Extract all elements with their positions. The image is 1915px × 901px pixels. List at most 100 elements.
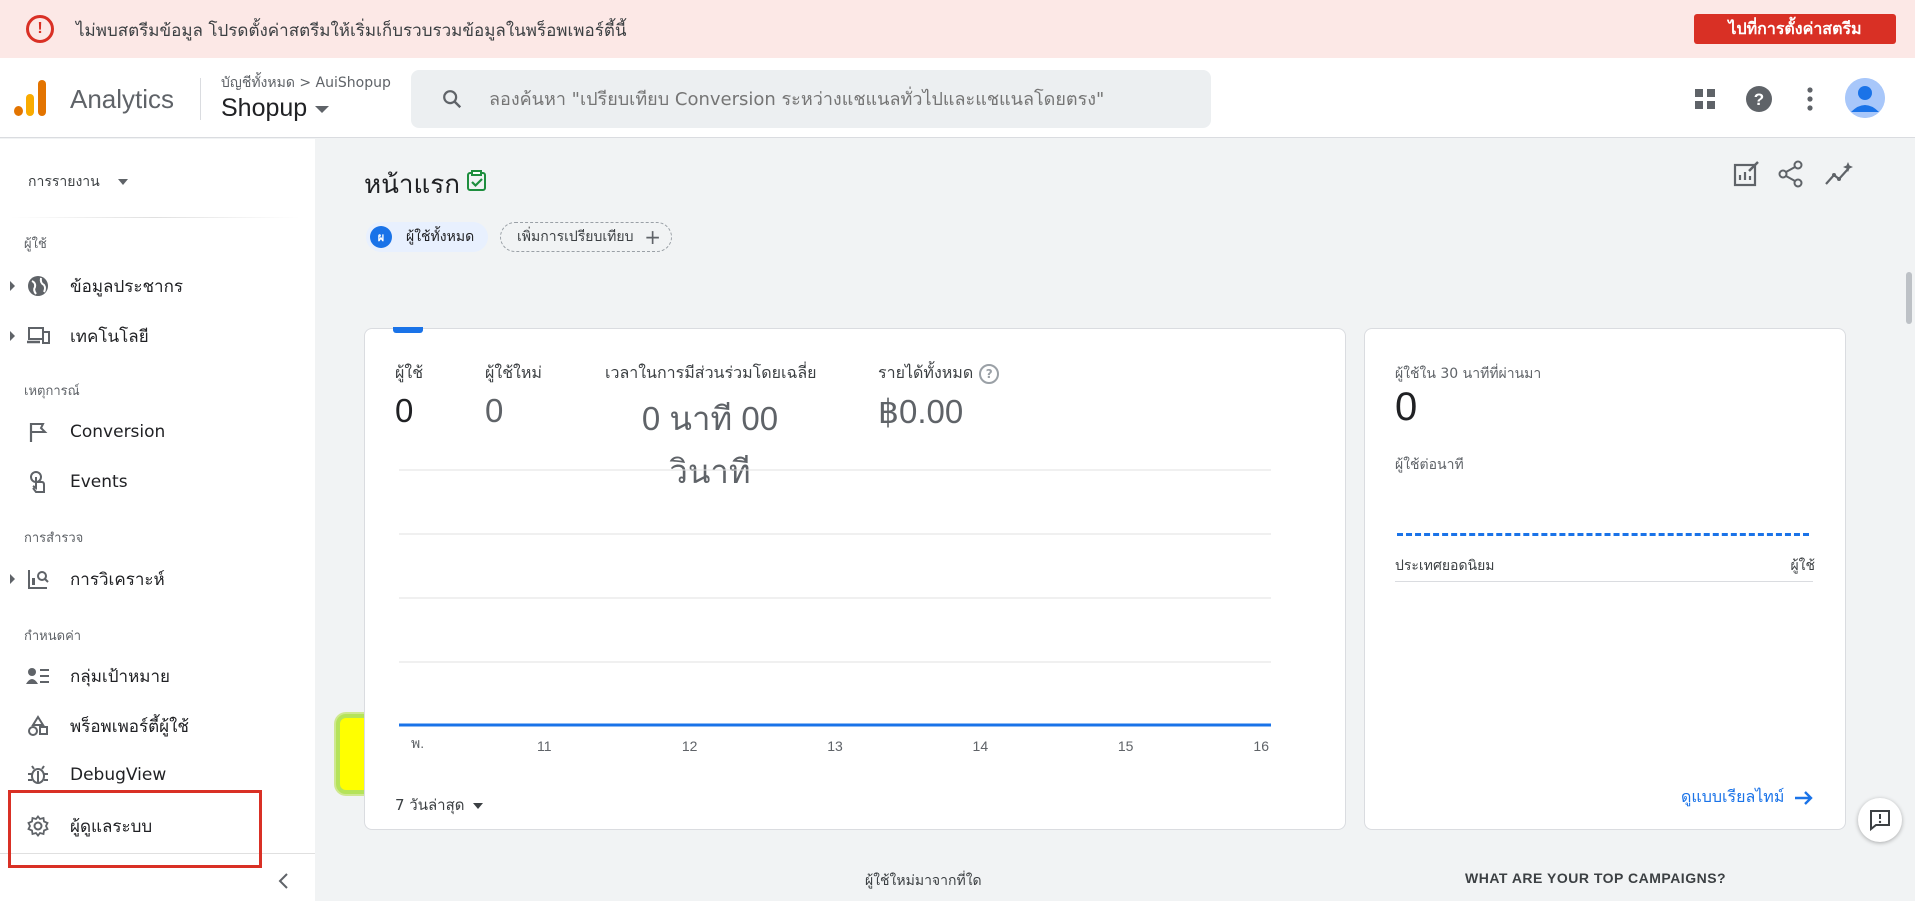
sidebar-item-label: กลุ่มเป้าหมาย [70,666,170,687]
sidebar-item-label: พร็อพเพอร์ตี้ผู้ใช้ [70,716,189,737]
search-icon [443,90,462,109]
link-label: ดูแบบเรียลไทม์ [1681,787,1785,806]
x-axis-partial-label: พ. [411,735,425,751]
help-icon[interactable]: ? [1744,84,1774,114]
overview-card: ผู้ใช้ 0 ผู้ใช้ใหม่ 0 เวลาในการมีส่วนร่ว… [364,327,1346,830]
sidebar-item-label: Events [70,472,128,492]
property-name: Shopup [221,94,308,122]
header-divider [200,78,201,120]
help-icon[interactable]: ? [979,363,1000,384]
sidebar-item-demographics[interactable]: ข้อมูลประชากร [0,266,300,306]
shapes-icon [26,714,50,738]
property-selector[interactable]: Shopup [221,94,330,123]
x-tick-label: 13 [827,738,843,754]
chip-label: เพิ่มการเปรียบเทียบ [517,229,634,245]
segment-badge: ผ [370,226,392,248]
apps-icon[interactable] [1690,84,1720,114]
column-header-users: ผู้ใช้ [1790,558,1815,574]
app-header: Analytics บัญชีทั้งหมด > AuiShopup Shopu… [0,58,1915,138]
verified-check-icon[interactable] [466,170,488,192]
sidebar-item-label: การวิเคราะห์ [70,569,165,590]
add-comparison-chip[interactable]: เพิ่มการเปรียบเทียบ + [500,222,672,252]
more-vert-icon[interactable] [1795,84,1825,114]
metric-label: ผู้ใช้ [395,363,424,382]
section-heading-new-users-source: ผู้ใช้ใหม่มาจากที่ใด [865,873,982,889]
chevron-down-icon [472,802,483,809]
expand-arrow-icon[interactable] [10,281,15,291]
realtime-value: 0 [1395,385,1418,429]
sidebar-item-label: เทคโนโลยี [70,326,149,347]
go-to-stream-settings-button[interactable]: ไปที่การตั้งค่าสตรีม [1694,14,1896,44]
avatar[interactable] [1845,78,1885,118]
section-users: ผู้ใช้ [24,237,47,252]
reports-dropdown[interactable]: การรายงาน [28,171,128,193]
date-range-dropdown[interactable]: 7 วันล่าสุด [395,793,483,817]
sidebar-item-user-properties[interactable]: พร็อพเพอร์ตี้ผู้ใช้ [0,706,300,746]
page-title: หน้าแรก [364,170,460,200]
section-configure: กำหนดค่า [24,629,82,644]
all-users-chip[interactable]: ผ ผู้ใช้ทั้งหมด [366,222,489,252]
metric-value: 0 [395,392,414,429]
chevron-down-icon [117,179,128,185]
metric-total-revenue[interactable]: รายได้ทั้งหมด? ฿0.00 [878,361,1000,431]
feedback-icon [1870,810,1890,832]
devices-icon [26,324,50,348]
sidebar: การรายงาน ผู้ใช้ ข้อมูลประชากร เทคโนโลยี… [0,139,315,901]
sidebar-item-audiences[interactable]: กลุ่มเป้าหมาย [0,656,300,696]
explore-icon [26,567,50,591]
users-line-chart: 11 12 13 14 15 16 [399,469,1271,754]
sidebar-item-technology[interactable]: เทคโนโลยี [0,316,300,356]
realtime-card: ผู้ใช้ใน 30 นาทีที่ผ่านมา 0 ผู้ใช้ต่อนาท… [1364,328,1846,830]
metric-users[interactable]: ผู้ใช้ 0 [395,361,423,430]
plus-icon: + [644,225,661,249]
x-tick-label: 15 [1118,738,1134,754]
x-tick-label: 11 [537,738,552,754]
expand-arrow-icon[interactable] [10,331,15,341]
divider [10,217,300,218]
view-realtime-link[interactable]: ดูแบบเรียลไทม์ [1681,785,1814,810]
sidebar-item-explorations[interactable]: การวิเคราะห์ [0,559,300,599]
sidebar-item-conversion[interactable]: Conversion [0,412,300,452]
audience-icon [26,664,50,688]
analytics-logo[interactable] [14,80,48,116]
insights-icon[interactable] [1824,160,1854,190]
search-bar[interactable] [411,70,1211,128]
collapse-sidebar-icon[interactable] [274,871,294,891]
metric-label: เวลาในการมีส่วนร่วมโดยเฉลี่ย [605,363,817,382]
share-icon[interactable] [1778,160,1808,190]
search-input[interactable] [489,84,1189,114]
per-minute-bar-chart [1397,533,1809,536]
metric-new-users[interactable]: ผู้ใช้ใหม่ 0 [485,361,542,430]
sidebar-item-label: Conversion [70,422,166,442]
selected-tab-indicator [393,327,423,333]
breadcrumb[interactable]: บัญชีทั้งหมด > AuiShopup [221,72,391,94]
chevron-down-icon [315,105,330,113]
x-tick-label: 12 [682,738,698,754]
bug-icon [26,763,50,787]
arrow-right-icon [1795,790,1814,805]
feedback-button[interactable] [1858,798,1902,842]
globe-icon [26,274,50,298]
warning-banner: ! ไม่พบสตรีมข้อมูล โปรดตั้งค่าสตรีมให้เร… [0,0,1915,58]
metric-value: ฿0.00 [878,393,964,430]
section-heading-top-campaigns: WHAT ARE YOUR TOP CAMPAIGNS? [1465,870,1727,886]
date-range-label: 7 วันล่าสุด [395,796,465,814]
touch-icon [26,470,50,494]
scrollbar[interactable] [1906,272,1912,324]
sidebar-item-events[interactable]: Events [0,462,300,502]
customize-report-icon[interactable] [1732,160,1762,190]
sidebar-item-label: DebugView [70,765,167,785]
x-tick-label: 16 [1253,738,1269,754]
sidebar-item-debugview[interactable]: DebugView [0,755,300,795]
highlight-box [8,790,262,868]
metric-label: รายได้ทั้งหมด [878,363,974,382]
metric-value-line1: 0 นาที 00 [641,400,779,437]
sidebar-item-label: ข้อมูลประชากร [70,276,184,297]
section-explore: การสำรวจ [24,531,84,546]
x-tick-label: 14 [973,738,989,754]
section-events: เหตุการณ์ [24,384,80,399]
banner-message: ไม่พบสตรีมข้อมูล โปรดตั้งค่าสตรีมให้เริ่… [76,21,627,41]
chip-label: ผู้ใช้ทั้งหมด [406,229,475,245]
flag-icon [26,420,50,444]
expand-arrow-icon[interactable] [10,574,15,584]
